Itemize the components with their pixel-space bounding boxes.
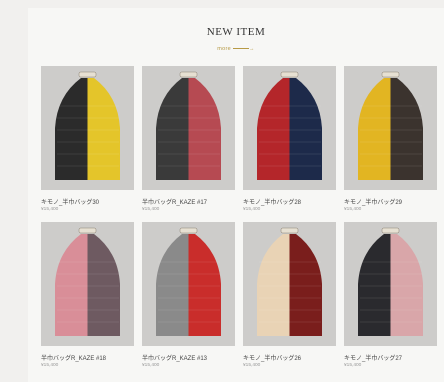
product-price: ¥15,400 [344, 363, 362, 368]
section-title: NEW ITEM [206, 26, 266, 38]
product-price: ¥15,400 [142, 207, 160, 212]
bag-illustration [344, 66, 437, 190]
product-name[interactable]: キモノ_半巾バッグ29 [344, 197, 402, 206]
bag-illustration [243, 66, 336, 190]
product-name[interactable]: キモノ_半巾バッグ28 [243, 197, 301, 206]
product-name[interactable]: キモノ_半巾バッグ30 [41, 197, 99, 206]
product-image[interactable] [243, 222, 336, 346]
product-price: ¥15,400 [142, 363, 160, 368]
bag-illustration [243, 222, 336, 346]
product-image[interactable] [344, 66, 437, 190]
product-name[interactable]: 半巾バッグR_KAZE #17 [142, 197, 207, 206]
product-name[interactable]: キモノ_半巾バッグ27 [344, 353, 402, 362]
product-price: ¥15,400 [243, 363, 261, 368]
bag-illustration [41, 222, 134, 346]
arrow-head-icon: → [248, 46, 255, 52]
bag-illustration [142, 222, 235, 346]
product-name[interactable]: 半巾バッグR_KAZE #13 [142, 353, 207, 362]
arrow-line-icon [232, 48, 249, 50]
product-image[interactable] [142, 222, 235, 346]
product-image[interactable] [142, 66, 235, 190]
product-price: ¥15,400 [41, 363, 59, 368]
more-link[interactable]: more → [28, 46, 444, 52]
more-link-label: more [217, 46, 231, 52]
bag-illustration [344, 222, 437, 346]
product-image[interactable] [243, 66, 336, 190]
product-image[interactable] [41, 222, 134, 346]
product-image[interactable] [41, 66, 134, 190]
product-name[interactable]: キモノ_半巾バッグ26 [243, 353, 301, 362]
product-name[interactable]: 半巾バッグR_KAZE #18 [41, 353, 106, 362]
bag-illustration [142, 66, 235, 190]
product-image[interactable] [344, 222, 437, 346]
product-price: ¥15,400 [41, 207, 59, 212]
bag-illustration [41, 66, 134, 190]
product-price: ¥15,400 [344, 207, 362, 212]
product-price: ¥15,400 [243, 207, 261, 212]
